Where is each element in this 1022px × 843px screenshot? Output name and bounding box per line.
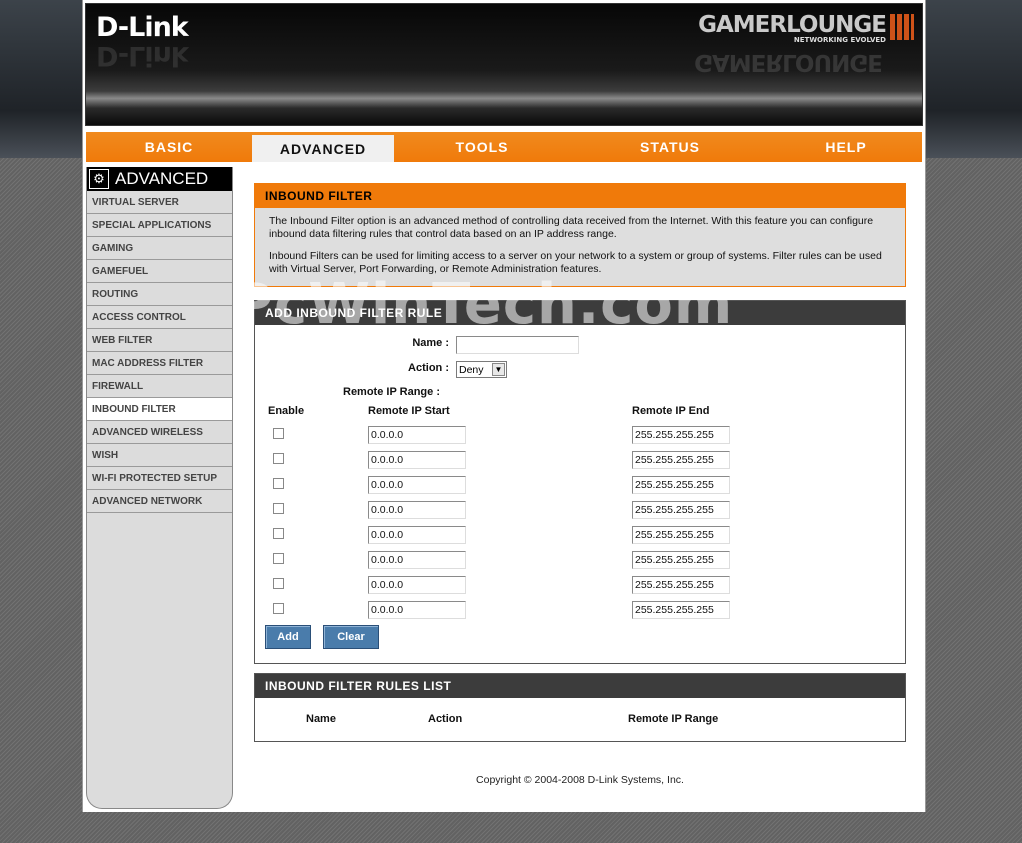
- remote-ip-end-input[interactable]: 255.255.255.255: [632, 451, 730, 469]
- remote-ip-end-input[interactable]: 255.255.255.255: [632, 426, 730, 444]
- sidebar-item-gaming[interactable]: GAMING: [87, 237, 232, 260]
- remote-ip-end-input[interactable]: 255.255.255.255: [632, 501, 730, 519]
- sidebar: ⚙ ADVANCED VIRTUAL SERVER SPECIAL APPLICA…: [86, 167, 233, 809]
- dlink-logo: D-Link: [96, 12, 189, 43]
- name-input[interactable]: [456, 336, 579, 354]
- inbound-filter-intro: INBOUND FILTER The Inbound Filter option…: [254, 183, 906, 287]
- list-col-remote-ip-range: Remote IP Range: [628, 713, 719, 725]
- action-select[interactable]: Deny ▼: [456, 361, 507, 378]
- action-select-value: Deny: [459, 363, 484, 376]
- dlink-logo-reflection: D-Link: [96, 40, 188, 71]
- remote-ip-start-input[interactable]: 0.0.0.0: [368, 426, 466, 444]
- enable-checkbox[interactable]: [273, 503, 284, 514]
- add-button[interactable]: Add: [265, 625, 311, 649]
- enable-checkbox[interactable]: [273, 478, 284, 489]
- gamerlounge-logo-text: GAMERLOUNGE: [698, 12, 887, 38]
- remote-ip-start-input[interactable]: 0.0.0.0: [368, 601, 466, 619]
- sidebar-item-mac-address-filter[interactable]: MAC ADDRESS FILTER: [87, 352, 232, 375]
- sidebar-item-wish[interactable]: WISH: [87, 444, 232, 467]
- add-rule-title: ADD INBOUND FILTER RULE: [255, 301, 905, 325]
- sidebar-item-wi-fi-protected-setup[interactable]: WI-FI PROTECTED SETUP: [87, 467, 232, 490]
- remote-ip-end-input[interactable]: 255.255.255.255: [632, 551, 730, 569]
- router-page: D-Link D-Link GAMERLOUNGE NETWORKING EVO…: [82, 0, 926, 812]
- enable-checkbox[interactable]: [273, 528, 284, 539]
- enable-checkbox[interactable]: [273, 603, 284, 614]
- tab-status[interactable]: STATUS: [570, 132, 770, 162]
- action-label: Action :: [408, 362, 449, 374]
- rules-list-panel: INBOUND FILTER RULES LIST Name Action Re…: [254, 673, 906, 742]
- remote-ip-end-input[interactable]: 255.255.255.255: [632, 576, 730, 594]
- gamerlounge-mark-icon: [890, 14, 914, 40]
- remote-ip-start-input[interactable]: 0.0.0.0: [368, 501, 466, 519]
- remote-ip-start-input[interactable]: 0.0.0.0: [368, 476, 466, 494]
- sidebar-item-firewall[interactable]: FIREWALL: [87, 375, 232, 398]
- tab-tools[interactable]: TOOLS: [394, 132, 570, 162]
- gamerlounge-logo: GAMERLOUNGE NETWORKING EVOLVED: [698, 12, 916, 44]
- rules-list-title: INBOUND FILTER RULES LIST: [255, 674, 905, 698]
- enable-checkbox[interactable]: [273, 553, 284, 564]
- main-content: INBOUND FILTER The Inbound Filter option…: [254, 183, 906, 287]
- sidebar-item-advanced-wireless[interactable]: ADVANCED WIRELESS: [87, 421, 232, 444]
- tab-basic[interactable]: BASIC: [86, 132, 252, 162]
- remote-ip-start-input[interactable]: 0.0.0.0: [368, 526, 466, 544]
- remote-ip-end-input[interactable]: 255.255.255.255: [632, 601, 730, 619]
- list-col-name: Name: [306, 713, 336, 725]
- remote-ip-start-input[interactable]: 0.0.0.0: [368, 576, 466, 594]
- remote-ip-start-input[interactable]: 0.0.0.0: [368, 551, 466, 569]
- top-nav-tabs: BASIC ADVANCED TOOLS STATUS HELP: [86, 132, 922, 162]
- clear-button[interactable]: Clear: [323, 625, 379, 649]
- remote-ip-end-input[interactable]: 255.255.255.255: [632, 476, 730, 494]
- sidebar-item-routing[interactable]: ROUTING: [87, 283, 232, 306]
- sidebar-title: ADVANCED: [115, 169, 209, 188]
- name-label: Name :: [412, 337, 449, 349]
- list-col-action: Action: [428, 713, 463, 725]
- advanced-gear-icon: ⚙: [89, 169, 109, 189]
- enable-checkbox[interactable]: [273, 578, 284, 589]
- remote-ip-range-label: Remote IP Range :: [343, 386, 440, 398]
- enable-checkbox[interactable]: [273, 428, 284, 439]
- remote-ip-start-input[interactable]: 0.0.0.0: [368, 451, 466, 469]
- page-header: D-Link D-Link GAMERLOUNGE NETWORKING EVO…: [85, 3, 923, 126]
- sidebar-item-virtual-server[interactable]: VIRTUAL SERVER: [87, 191, 232, 214]
- sidebar-item-gamefuel[interactable]: GAMEFUEL: [87, 260, 232, 283]
- col-enable: Enable: [268, 405, 305, 417]
- enable-checkbox[interactable]: [273, 453, 284, 464]
- sidebar-item-access-control[interactable]: ACCESS CONTROL: [87, 306, 232, 329]
- sidebar-item-web-filter[interactable]: WEB FILTER: [87, 329, 232, 352]
- intro-paragraph-1: The Inbound Filter option is an advanced…: [269, 215, 874, 240]
- copyright-footer: Copyright © 2004-2008 D-Link Systems, In…: [476, 774, 684, 786]
- sidebar-item-special-applications[interactable]: SPECIAL APPLICATIONS: [87, 214, 232, 237]
- intro-title: INBOUND FILTER: [255, 184, 905, 208]
- intro-paragraph-2: Inbound Filters can be used for limiting…: [269, 250, 882, 275]
- tab-help[interactable]: HELP: [770, 132, 922, 162]
- sidebar-item-advanced-network[interactable]: ADVANCED NETWORK: [87, 490, 232, 513]
- add-rule-panel: ADD INBOUND FILTER RULE Name : Action : …: [254, 300, 906, 664]
- col-remote-ip-end: Remote IP End: [632, 405, 710, 417]
- sidebar-item-inbound-filter[interactable]: INBOUND FILTER: [87, 398, 232, 421]
- tab-advanced[interactable]: ADVANCED: [252, 135, 394, 162]
- col-remote-ip-start: Remote IP Start: [368, 405, 450, 417]
- gamerlounge-logo-reflection: GAMERLOUNGE: [694, 49, 882, 75]
- sidebar-header: ⚙ ADVANCED: [87, 167, 232, 191]
- remote-ip-end-input[interactable]: 255.255.255.255: [632, 526, 730, 544]
- chevron-down-icon: ▼: [492, 363, 505, 376]
